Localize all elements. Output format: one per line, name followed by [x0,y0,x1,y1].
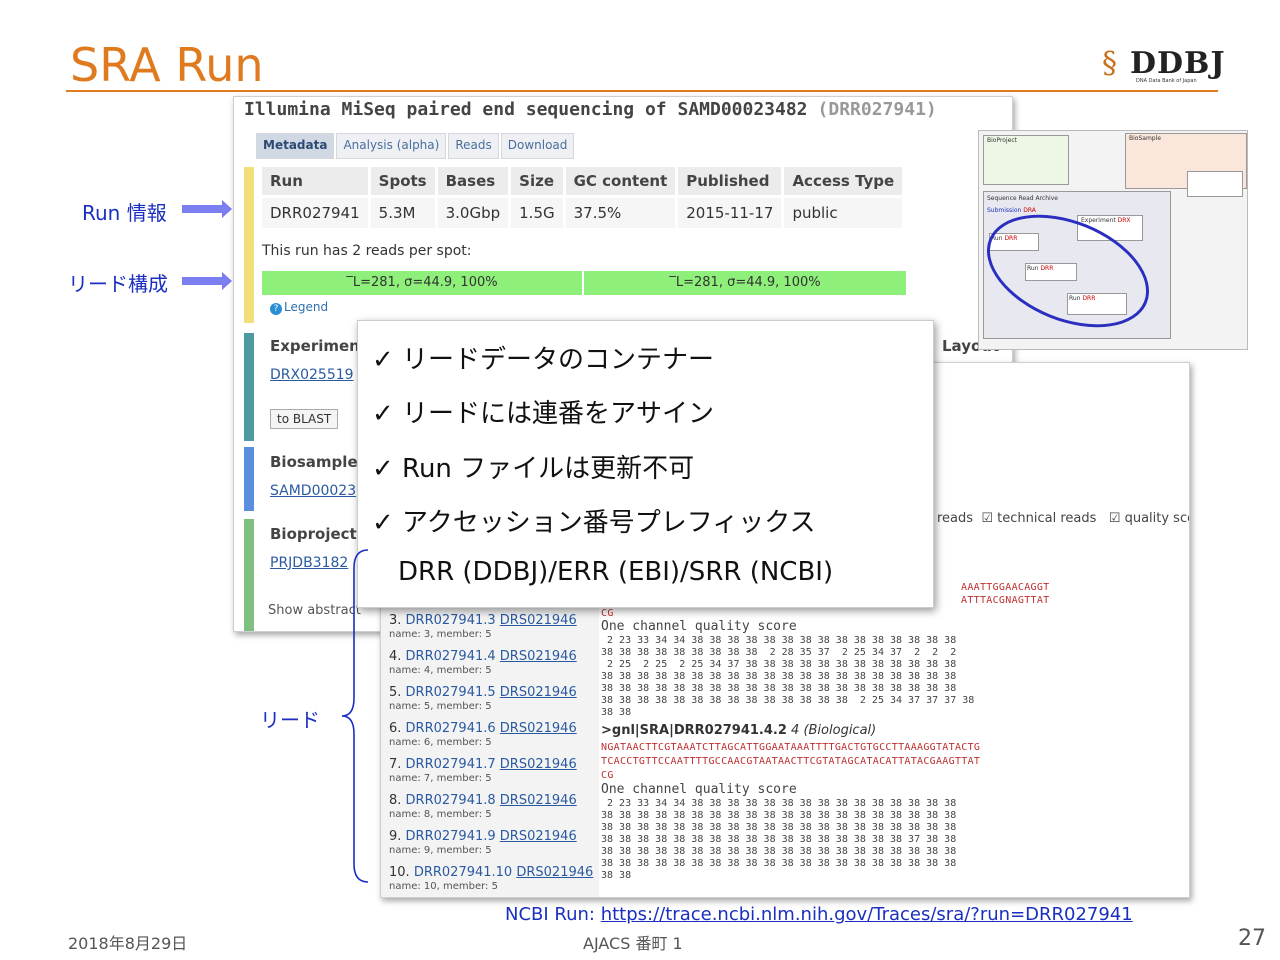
list-item[interactable]: 9. DRR027941.9 DRS021946 name: 9, member:… [389,829,577,856]
feature-item: ✓ アクセッション番号プレフィックス [372,508,816,538]
checkbox-icon[interactable]: ☑ [1109,511,1121,526]
diagram-bioproject-label: BioProject [987,137,1017,144]
quality-label-1: One channel quality score [601,619,797,634]
page-number: 27 [1238,926,1266,951]
read-2-bar: ‾L=281, σ=44.9, 100% [584,271,906,295]
bioproject-heading: Bioproject [270,525,357,543]
reads-brace [341,549,369,883]
ncbi-prefix: NCBI Run: [505,904,601,925]
run-info-arrow [182,200,232,218]
bioproject-link[interactable]: PRJDB3182 [270,555,348,571]
logo-wordmark: DDBJ [1130,46,1226,81]
experiment-link[interactable]: DRX025519 [270,367,354,383]
col-bases: Bases [436,167,512,197]
read-1-bar: ‾L=281, σ=44.9, 100% [262,271,582,295]
table-row: DRR027941 5.3M 3.0Gbp 1.5G 37.5% 2015-11… [262,195,906,228]
ncbi-url[interactable]: https://trace.ncbi.nlm.nih.gov/Traces/sr… [601,904,1133,925]
legend-text: Legend [284,300,329,314]
legend-link[interactable]: ? Legend [270,300,328,315]
experiment-section-bar [244,333,254,441]
cell-spots: 5.3M [369,195,438,228]
diagram-sra-label: Sequence Read Archive [987,195,1058,202]
run-tabs: Metadata Analysis (alpha) Reads Download [256,133,576,159]
cell-bases: 3.0Gbp [436,195,512,228]
biosample-section-bar [244,447,254,511]
quality-scores-1: 2 23 33 34 34 38 38 38 38 38 38 38 38 38… [601,635,975,718]
cell-access: public [782,195,906,228]
metadata-section-bar [244,167,254,323]
cell-published: 2015-11-17 [676,195,785,228]
cell-gc: 37.5% [564,195,679,228]
diagram-experiment-label: Experiment DRX [1081,217,1131,224]
col-size: Size [509,167,566,197]
prefix-line: DRR (DDBJ)/ERR (EBI)/SRR (NCBI) [398,557,834,587]
col-run: Run [262,167,371,197]
run-features-callout: ✓ リードデータのコンテナー ✓ リードには連番をアサイン ✓ Run ファイル… [357,320,934,608]
biosample-link[interactable]: SAMD00023 [270,483,356,499]
reads-per-spot-note: This run has 2 reads per spot: [262,243,472,259]
list-item[interactable]: 8. DRR027941.8 DRS021946 name: 8, member:… [389,793,577,820]
list-item[interactable]: 10. DRR027941.10 DRS021946 name: 10, memb… [389,865,593,892]
diagram-biosample-label: BioSample [1129,135,1161,142]
tab-reads[interactable]: Reads [448,133,499,159]
nucleotide-line-1: NGATAACTTCGTAAATCTTAGCATTGGAATAAATTTTGAC… [601,742,981,753]
run-page-title: Illumina MiSeq paired end sequencing of … [244,99,937,120]
run-accession: (DRR027941) [817,99,937,120]
sequence-cg-2: CG [601,770,614,781]
footer-date: 2018年8月29日 [68,934,188,953]
read-structure-arrow [182,272,232,290]
dna-helix-icon: § [1102,46,1117,81]
reads-label: リード [260,708,320,732]
opt-technical-reads[interactable]: technical reads [997,511,1096,526]
to-blast-button[interactable]: to BLAST [270,409,339,429]
tab-download[interactable]: Download [500,133,575,159]
list-item[interactable]: 4. DRR027941.4 DRS021946 name: 4, member:… [389,649,577,676]
biosample-heading: Biosample [270,453,358,471]
diagram-submission-label: Submission DRA [987,207,1036,214]
experiment-heading: Experiment [270,337,368,355]
col-access: Access Type [782,167,906,197]
quality-scores-2: 2 23 33 34 34 38 38 38 38 38 38 38 38 38… [601,798,957,881]
list-item[interactable]: 7. DRR027941.7 DRS021946 name: 7, member:… [389,757,577,784]
slide-title: SRA Run [70,38,264,92]
sample-box [1187,171,1243,197]
feature-item: ✓ リードには連番をアサイン [372,399,715,429]
run-title-text: Illumina MiSeq paired end sequencing of … [244,99,808,120]
opt-quality-scores[interactable]: quality scores [1125,511,1189,526]
quality-label-2: One channel quality score [601,782,797,797]
footer-event: AJACS 番町 1 [583,934,683,953]
col-spots: Spots [369,167,438,197]
opt-reads[interactable]: reads [937,511,973,526]
list-item[interactable]: 5. DRR027941.5 DRS021946 name: 5, member:… [389,685,577,712]
logo-subtitle: DNA Data Bank of Japan [1136,78,1197,84]
col-gc: GC content [564,167,679,197]
cell-run: DRR027941 [262,195,371,228]
sra-structure-diagram: BioProject BioSample Sequence Read Archi… [978,130,1248,350]
read-display-options: reads ☑ technical reads ☑ quality scores [937,511,1189,526]
help-icon: ? [270,303,282,315]
nucleotide-line-2: TCACCTGTTCCAATTTTGCCAACGTAATAACTTCGTATAG… [601,756,981,767]
sequence-fragment-1: AAATTGGAACAGGT [961,582,1050,593]
table-header-row: Run Spots Bases Size GC content Publishe… [262,167,906,197]
list-item[interactable]: 3. DRR027941.3 DRS021946 name: 3, member:… [389,613,577,640]
tab-analysis[interactable]: Analysis (alpha) [336,133,447,159]
feature-item: ✓ Run ファイルは更新不可 [372,454,695,484]
sequence-fragment-2: ATTTACGNAGTTAT [961,595,1050,606]
run-metadata-table: Run Spots Bases Size GC content Publishe… [262,167,906,228]
tab-metadata[interactable]: Metadata [256,133,335,159]
cell-size: 1.5G [509,195,566,228]
checkbox-icon[interactable]: ☑ [981,511,993,526]
title-divider [66,90,1218,92]
bioproject-section-bar [244,519,254,631]
col-published: Published [676,167,785,197]
read-header: >gnl|SRA|DRR027941.4.2 4 (Biological) [601,723,877,738]
ddbj-logo: § DDBJ DNA Data Bank of Japan [1102,44,1225,84]
ncbi-run-link: NCBI Run: https://trace.ncbi.nlm.nih.gov… [505,904,1133,925]
read-structure-label: リード構成 [68,272,168,296]
list-item[interactable]: 6. DRR027941.6 DRS021946 name: 6, member:… [389,721,577,748]
feature-item: ✓ リードデータのコンテナー [372,345,715,375]
run-info-label: Run 情報 [82,201,167,225]
